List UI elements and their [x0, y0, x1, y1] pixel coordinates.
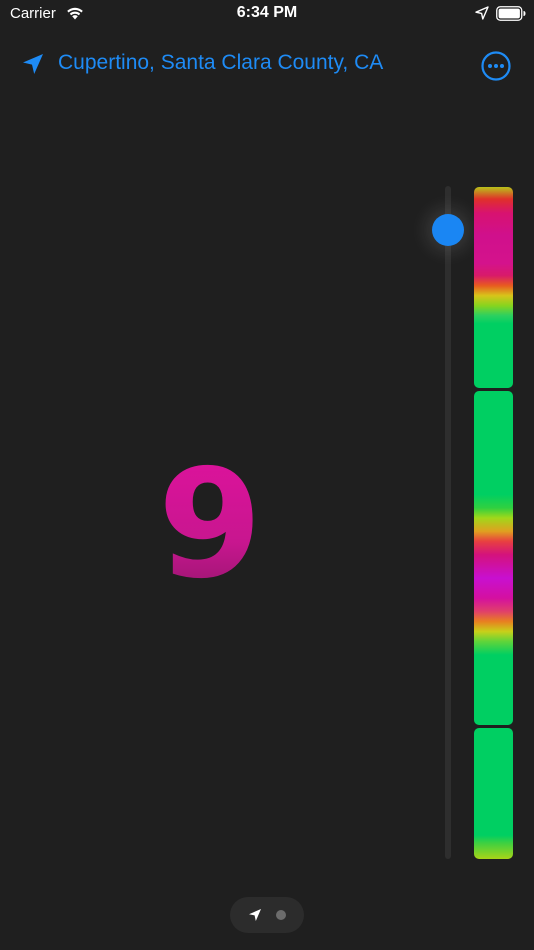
page-indicator[interactable] [230, 897, 304, 933]
time-slider-thumb[interactable] [432, 214, 464, 246]
page-dot[interactable] [276, 910, 286, 920]
time-slider-track[interactable] [445, 186, 451, 859]
forecast-segment [474, 187, 513, 388]
location-arrow-icon [475, 6, 489, 20]
location-title[interactable]: Cupertino, Santa Clara County, CA [58, 51, 383, 75]
status-time: 6:34 PM [236, 4, 298, 21]
current-value: 9 [150, 440, 270, 610]
battery-icon [496, 6, 526, 21]
location-arrow-icon[interactable] [21, 52, 45, 76]
forecast-segment [474, 391, 513, 725]
location-arrow-icon[interactable] [248, 908, 262, 922]
location-header: Cupertino, Santa Clara County, CA [0, 40, 534, 90]
forecast-segment [474, 728, 513, 859]
more-options-button[interactable] [480, 50, 512, 82]
status-bar: Carrier 6:34 PM [0, 0, 534, 30]
